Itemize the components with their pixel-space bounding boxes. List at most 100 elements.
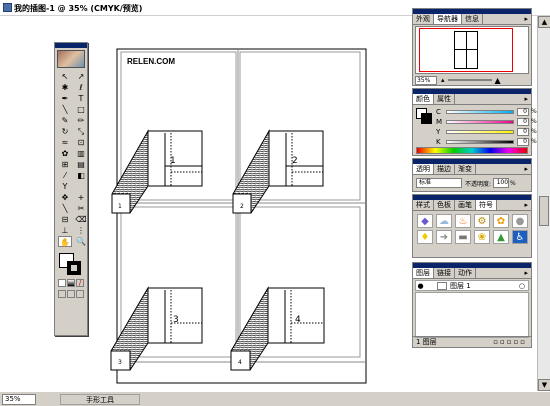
blend-tool-icon[interactable]: ◧ [74,170,88,181]
flower2-icon[interactable]: ❀ [474,230,490,244]
tab-swatches[interactable]: 色板 [434,200,455,210]
navigator-zoom-slider[interactable] [447,79,492,81]
free-transform-tool-icon[interactable]: ⊡ [74,137,88,148]
tab-actions[interactable]: 动作 [455,268,476,278]
scroll-thumb[interactable] [539,196,549,226]
knife-tool-icon[interactable]: ╲ [58,203,72,214]
channel-value-input[interactable]: 0 [517,137,529,146]
zoom-tool-icon[interactable]: 🔍 [74,236,88,247]
status-zoom-field[interactable]: 35% [2,394,36,405]
tools-panel-handle[interactable] [55,43,87,48]
hand-tool-icon[interactable]: ✋ [58,236,72,247]
scissors-tool-icon[interactable]: ✂ [74,203,88,214]
gradient-mode-icon[interactable] [67,279,75,287]
tab-brushes[interactable]: 画笔 [455,200,476,210]
gear-icon[interactable]: ⚙ [474,214,490,228]
navigator-preview[interactable] [415,26,529,74]
layer-target-icon[interactable]: ○ [519,282,525,290]
tab-info[interactable]: 信息 [462,14,483,24]
tab-styles[interactable]: 样式 [413,200,434,210]
slice-select-tool-icon[interactable]: ⊟ [58,214,72,225]
scatter-tool-icon[interactable]: ⋮ [74,225,88,236]
fill-stroke-swatch[interactable] [55,251,87,277]
direct-selection-tool-icon[interactable]: ↗ [74,71,88,82]
channel-value-input[interactable]: 0 [517,117,529,126]
stamp-icon[interactable]: ▬ [455,230,471,244]
panel-menu-icon[interactable]: ▸ [521,94,531,104]
bulb-icon[interactable]: ♦ [417,230,433,244]
crop-tool-icon[interactable]: ✥ [58,192,72,203]
pencil-tool-icon[interactable]: ✏ [74,115,88,126]
fish-icon[interactable]: ◆ [417,214,433,228]
scale-tool-icon[interactable]: ⤡ [74,126,88,137]
channel-slider[interactable] [446,139,514,144]
mesh-tool-icon[interactable]: ⊞ [58,159,72,170]
scroll-down-icon[interactable]: ▼ [538,379,550,391]
magic-wand-tool-icon[interactable]: ✱ [58,82,72,93]
panel-menu-icon[interactable]: ▸ [521,200,531,210]
scroll-up-icon[interactable]: ▲ [538,16,550,28]
tab-stroke[interactable]: 描边 [434,164,455,174]
flame-icon[interactable]: ♨ [455,214,471,228]
graph-tool-icon[interactable]: ▥ [74,148,88,159]
pen-tool-icon[interactable]: ✒ [58,93,72,104]
channel-slider[interactable] [446,109,514,114]
tab-appearance[interactable]: 外观 [413,14,434,24]
line-tool-icon[interactable]: ╲ [58,104,72,115]
tab-color[interactable]: 颜色 [413,94,434,104]
color-mode-icon[interactable] [58,279,66,287]
live-paint-tool-icon[interactable]: Y [58,181,72,192]
wheelchair-icon[interactable]: ♿ [512,230,528,244]
column-graph-tool-icon[interactable]: ⊥ [58,225,72,236]
navigator-zoom-input[interactable]: 35% [415,75,437,85]
screen-mode-standard-icon[interactable] [58,290,66,298]
visibility-eye-icon[interactable]: ● [416,282,425,290]
stroke-swatch[interactable] [67,261,81,275]
warp-tool-icon[interactable]: ≈ [58,137,72,148]
screen-mode-menu-icon[interactable] [67,290,75,298]
arrow-icon[interactable]: ➜ [436,230,452,244]
rectangle-tool-icon[interactable]: □ [74,104,88,115]
tab-navigator[interactable]: 导航器 [434,14,462,24]
measure-tool-icon[interactable]: + [74,192,88,203]
status-tool-field[interactable]: 手形工具 [60,394,140,405]
tab-layers[interactable]: 图层 [413,268,434,278]
none-mode-icon[interactable]: / [76,279,84,287]
panel-menu-icon[interactable]: ▸ [521,164,531,174]
tree-icon[interactable]: ▲ [493,230,509,244]
channel-slider[interactable] [446,119,514,124]
zoom-out-icon[interactable]: ▴ [441,76,445,84]
vertical-scrollbar[interactable]: ▲ ▼ [537,16,550,391]
blend-mode-select[interactable]: 标准 [416,178,462,188]
rotate-tool-icon[interactable]: ↻ [58,126,72,137]
channel-slider[interactable] [446,129,514,134]
flower-icon[interactable]: ✿ [493,214,509,228]
gradient-tool-icon[interactable]: ▤ [74,159,88,170]
cloud-icon[interactable]: ☁ [436,214,452,228]
tab-gradient[interactable]: 渐变 [455,164,476,174]
type-tool-icon[interactable]: T [74,93,88,104]
panel-menu-icon[interactable]: ▸ [521,268,531,278]
eyedropper-tool-icon[interactable]: ⁄ [58,170,72,181]
color-spectrum-bar[interactable] [416,147,528,154]
channel-value-input[interactable]: 0 [517,107,529,116]
navigator-view-box[interactable] [419,28,513,72]
channel-value-input[interactable]: 0 [517,127,529,136]
lasso-tool-icon[interactable]: ℓ [74,82,88,93]
color-stroke-swatch[interactable] [421,113,432,124]
tab-links[interactable]: 链接 [434,268,455,278]
tab-symbols[interactable]: 符号 [476,200,497,210]
zoom-in-icon[interactable]: ▲ [495,76,501,85]
paintbrush-tool-icon[interactable]: ✎ [58,115,72,126]
blob-icon[interactable]: ● [512,214,528,228]
panel-menu-icon[interactable]: ▸ [521,14,531,24]
opacity-input[interactable]: 100 [493,178,510,188]
tab-transparency[interactable]: 透明 [413,164,434,174]
eraser-tool-icon[interactable]: ⌫ [74,214,88,225]
screen-mode-full-icon[interactable] [76,290,84,298]
layer-action-icons[interactable]: ▫▫▫▫▫ [493,337,527,347]
tab-attributes[interactable]: 属性 [434,94,455,104]
symbol-sprayer-tool-icon[interactable]: ✿ [58,148,72,159]
selection-tool-icon[interactable]: ↖ [58,71,72,82]
layer-row[interactable]: ● 图层 1 ○ [415,280,529,291]
